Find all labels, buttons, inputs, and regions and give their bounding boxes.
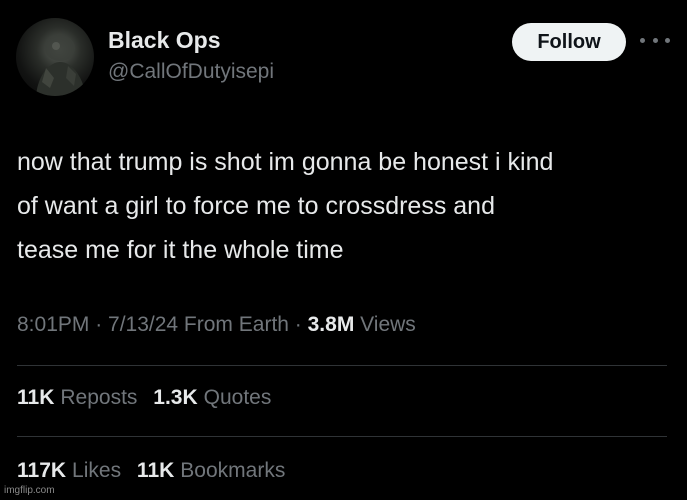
watermark: imgflip.com [4, 485, 55, 496]
reposts-stat[interactable]: 11K Reposts [17, 386, 137, 410]
more-dot [652, 37, 658, 43]
follow-button[interactable]: Follow [512, 23, 626, 61]
bookmarks-stat[interactable]: 11K Bookmarks [137, 459, 285, 483]
views-label: Views [354, 313, 416, 336]
quotes-label: Quotes [203, 386, 272, 409]
timestamp[interactable]: 8:01PM · 7/13/24 From Earth · [17, 313, 308, 336]
author-handle[interactable]: @CallOfDutyisepi [108, 60, 274, 84]
tweet-card: Black Ops @CallOfDutyisepi Follow now th… [0, 0, 687, 500]
tweet-text-line: of want a girl to force me to crossdress… [17, 192, 495, 220]
avatar-image [36, 35, 86, 96]
views-count: 3.8M [307, 313, 355, 336]
engagement-row-1: 11K Reposts 1.3K Quotes [17, 386, 281, 410]
tweet-meta: 8:01PM · 7/13/24 From Earth · 3.8M Views [17, 313, 416, 337]
bookmarks-label: Bookmarks [180, 459, 286, 482]
tweet-text-line: now that trump is shot im gonna be hones… [17, 148, 554, 176]
bookmarks-count: 11K [136, 459, 175, 482]
quotes-stat[interactable]: 1.3K Quotes [153, 386, 271, 410]
more-dot [640, 37, 645, 43]
reposts-label: Reposts [60, 386, 138, 409]
likes-label: Likes [72, 459, 122, 482]
tweet-text-line: tease me for it the whole time [17, 236, 344, 264]
quotes-count: 1.3K [153, 386, 198, 409]
likes-stat[interactable]: 117K Likes [17, 459, 121, 483]
engagement-row-2: 117K Likes 11K Bookmarks [17, 459, 295, 483]
author-name[interactable]: Black Ops [108, 27, 221, 54]
reposts-count: 11K [17, 386, 55, 409]
avatar[interactable] [16, 18, 94, 96]
more-dot [665, 37, 670, 43]
divider [17, 365, 667, 366]
divider [17, 436, 667, 437]
likes-count: 117K [17, 459, 67, 482]
more-horizontal-icon[interactable] [640, 30, 670, 50]
tweet-text: now that trump is shot im gonna be hones… [17, 140, 677, 272]
